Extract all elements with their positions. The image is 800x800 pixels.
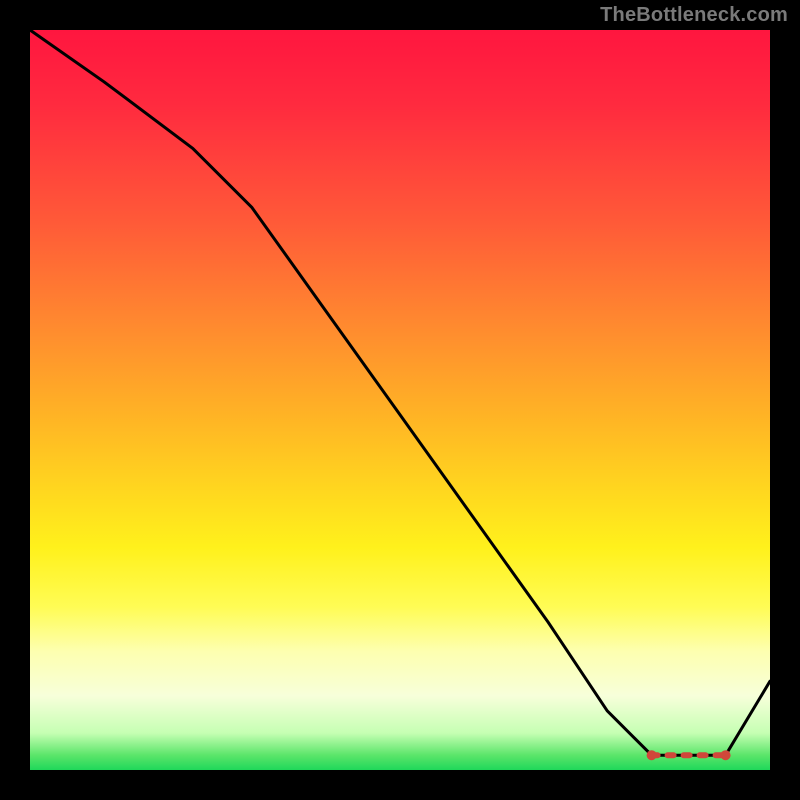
highlight-endpoint-right xyxy=(721,750,731,760)
highlight-endpoint-left xyxy=(647,750,657,760)
chart-stage: TheBottleneck.com xyxy=(0,0,800,800)
chart-svg xyxy=(30,30,770,770)
series-curve xyxy=(30,30,770,755)
plot-area xyxy=(30,30,770,770)
watermark-text: TheBottleneck.com xyxy=(600,4,788,27)
